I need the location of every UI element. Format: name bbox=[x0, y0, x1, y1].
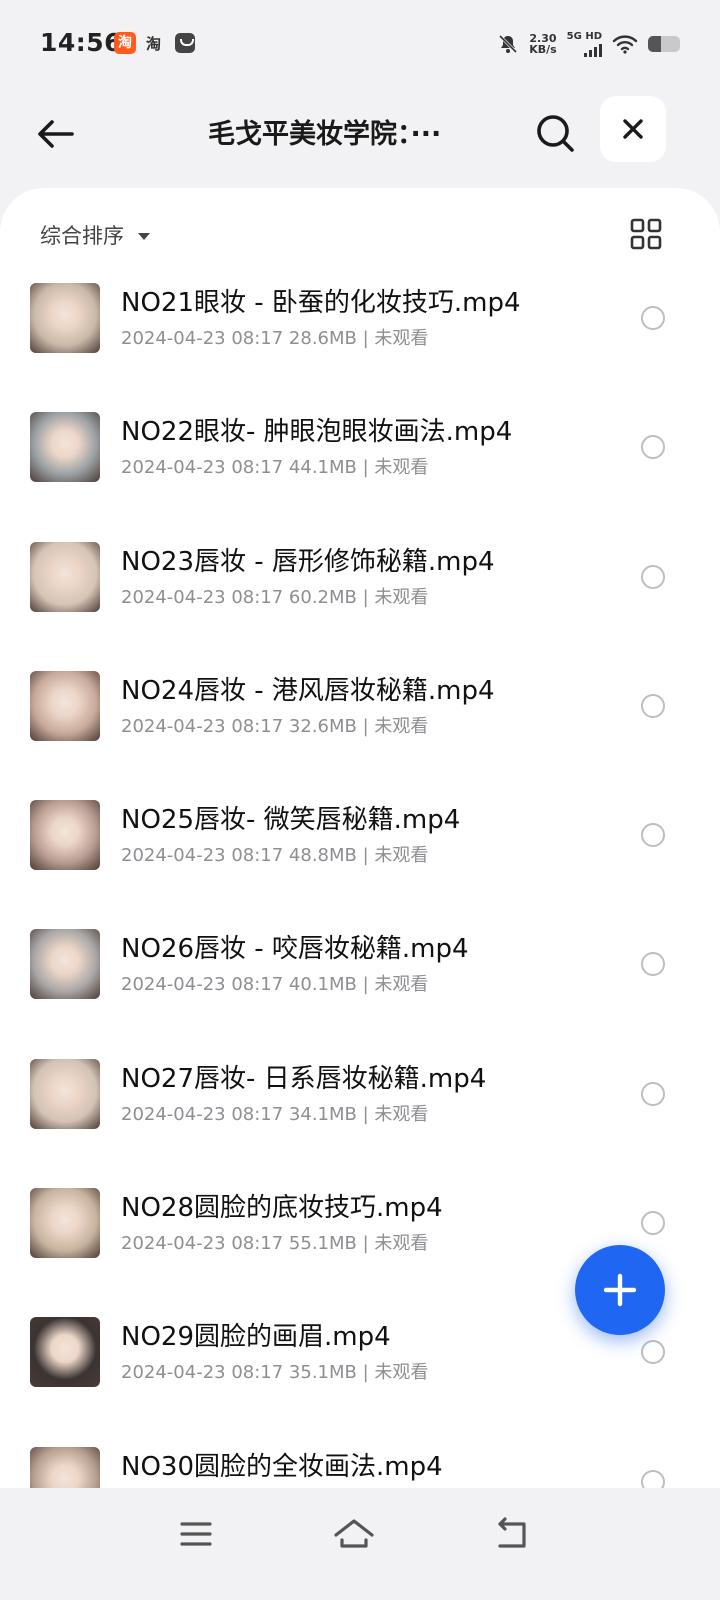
file-item[interactable]: NO25唇妆- 微笑唇秘籍.mp4 2024-04-23 08:17 48.8M… bbox=[0, 787, 720, 916]
status-icons: 2.30 KB/s 5G HD bbox=[497, 30, 680, 58]
file-name: NO21眼妆 - 卧蚕的化妆技巧.mp4 bbox=[121, 288, 521, 318]
signal-icon: 5G HD bbox=[566, 30, 602, 57]
file-item[interactable]: NO22眼妆- 肿眼泡眼妆画法.mp4 2024-04-23 08:17 44.… bbox=[0, 399, 720, 528]
back-button[interactable] bbox=[32, 110, 80, 158]
file-item[interactable]: NO27唇妆- 日系唇妆秘籍.mp4 2024-04-23 08:17 34.1… bbox=[0, 1046, 720, 1175]
file-item[interactable]: NO24唇妆 - 港风唇妆秘籍.mp4 2024-04-23 08:17 32.… bbox=[0, 658, 720, 787]
video-thumbnail bbox=[30, 1058, 100, 1129]
sort-button[interactable]: 综合排序 bbox=[40, 220, 150, 250]
file-item[interactable]: NO23唇妆 - 唇形修饰秘籍.mp4 2024-04-23 08:17 60.… bbox=[0, 529, 720, 658]
wifi-icon bbox=[612, 35, 638, 54]
net-speed: 2.30 KB/s bbox=[529, 33, 556, 55]
status-time: 14:56 bbox=[40, 28, 123, 57]
select-checkbox[interactable] bbox=[641, 564, 665, 589]
system-nav-bar bbox=[0, 1488, 720, 1600]
menu-button[interactable] bbox=[172, 1510, 220, 1558]
nav-back-button[interactable] bbox=[488, 1510, 536, 1558]
grid-view-button[interactable] bbox=[630, 218, 662, 250]
network-type: 5G HD bbox=[566, 30, 602, 42]
file-name: NO29圆脸的画眉.mp4 bbox=[121, 1322, 391, 1353]
video-thumbnail bbox=[30, 800, 100, 871]
taobao-text-icon: 淘 bbox=[146, 35, 162, 53]
file-meta: 2024-04-23 08:17 34.1MB | 未观看 bbox=[121, 1103, 429, 1125]
file-meta: 2024-04-23 08:17 32.6MB | 未观看 bbox=[121, 715, 429, 737]
file-meta: 2024-04-23 08:17 35.1MB | 未观看 bbox=[121, 1362, 429, 1384]
video-thumbnail bbox=[30, 412, 100, 483]
file-item[interactable]: NO26唇妆 - 咬唇妆秘籍.mp4 2024-04-23 08:17 40.1… bbox=[0, 916, 720, 1045]
file-item[interactable]: NO21眼妆 - 卧蚕的化妆技巧.mp4 2024-04-23 08:17 28… bbox=[0, 270, 720, 399]
select-checkbox[interactable] bbox=[641, 1211, 665, 1236]
select-checkbox[interactable] bbox=[641, 693, 665, 718]
file-name: NO28圆脸的底妆技巧.mp4 bbox=[121, 1193, 443, 1224]
video-thumbnail bbox=[30, 1317, 100, 1388]
back-icon bbox=[498, 1517, 526, 1548]
video-thumbnail bbox=[30, 929, 100, 1000]
video-thumbnail bbox=[30, 1188, 100, 1259]
file-meta: 2024-04-23 08:17 40.1MB | 未观看 bbox=[121, 974, 429, 996]
select-checkbox[interactable] bbox=[641, 1081, 665, 1106]
search-icon bbox=[537, 115, 574, 152]
taobao-app-icon: 淘 bbox=[114, 32, 136, 54]
select-checkbox[interactable] bbox=[641, 823, 665, 848]
plus-icon bbox=[603, 1273, 637, 1307]
select-checkbox[interactable] bbox=[641, 952, 665, 977]
video-thumbnail bbox=[30, 541, 100, 612]
file-meta: 2024-04-23 08:17 44.1MB | 未观看 bbox=[121, 457, 429, 479]
file-meta: 2024-04-23 08:17 55.1MB | 未观看 bbox=[121, 1233, 429, 1255]
video-thumbnail bbox=[30, 1446, 100, 1488]
add-button[interactable] bbox=[575, 1245, 665, 1335]
select-checkbox[interactable] bbox=[641, 1469, 665, 1488]
select-checkbox[interactable] bbox=[641, 1340, 665, 1365]
battery-icon bbox=[648, 36, 680, 52]
file-meta: 2024-04-23 08:17 60.2MB | 未观看 bbox=[121, 586, 429, 608]
file-name: NO23唇妆 - 唇形修饰秘籍.mp4 bbox=[121, 546, 495, 577]
mute-bell-icon bbox=[499, 34, 518, 54]
menu-icon bbox=[180, 1522, 212, 1546]
sort-label: 综合排序 bbox=[40, 224, 124, 248]
file-meta: 2024-04-23 08:17 28.6MB | 未观看 bbox=[121, 328, 429, 349]
file-name: NO26唇妆 - 咬唇妆秘籍.mp4 bbox=[121, 934, 469, 965]
file-name: NO24唇妆 - 港风唇妆秘籍.mp4 bbox=[121, 675, 495, 706]
file-name: NO27唇妆- 日系唇妆秘籍.mp4 bbox=[121, 1063, 487, 1094]
back-arrow-icon bbox=[38, 120, 74, 148]
video-thumbnail bbox=[30, 670, 100, 741]
close-icon bbox=[623, 119, 643, 139]
select-checkbox[interactable] bbox=[641, 435, 665, 460]
file-name: NO30圆脸的全妆画法.mp4 bbox=[121, 1451, 443, 1482]
page-title: 毛戈平美妆学院：··· bbox=[208, 119, 442, 150]
file-name: NO22眼妆- 肿眼泡眼妆画法.mp4 bbox=[121, 417, 513, 448]
home-icon bbox=[334, 1519, 374, 1548]
file-item[interactable]: NO30圆脸的全妆画法.mp4 bbox=[0, 1434, 720, 1488]
bag-app-icon bbox=[175, 33, 195, 53]
select-checkbox[interactable] bbox=[641, 306, 665, 330]
caret-down-icon bbox=[138, 232, 150, 240]
video-thumbnail bbox=[30, 283, 100, 353]
status-bar: 14:56 淘 淘 2.30 KB/s 5G HD bbox=[0, 0, 720, 90]
file-name: NO25唇妆- 微笑唇秘籍.mp4 bbox=[121, 805, 461, 836]
search-button[interactable] bbox=[532, 110, 580, 158]
net-speed-unit: KB/s bbox=[529, 43, 557, 56]
file-meta: 2024-04-23 08:17 48.8MB | 未观看 bbox=[121, 845, 429, 867]
home-button[interactable] bbox=[330, 1510, 378, 1558]
grid-view-icon bbox=[630, 218, 662, 250]
close-button[interactable] bbox=[600, 96, 666, 162]
header: 毛戈平美妆学院：··· bbox=[0, 90, 720, 180]
